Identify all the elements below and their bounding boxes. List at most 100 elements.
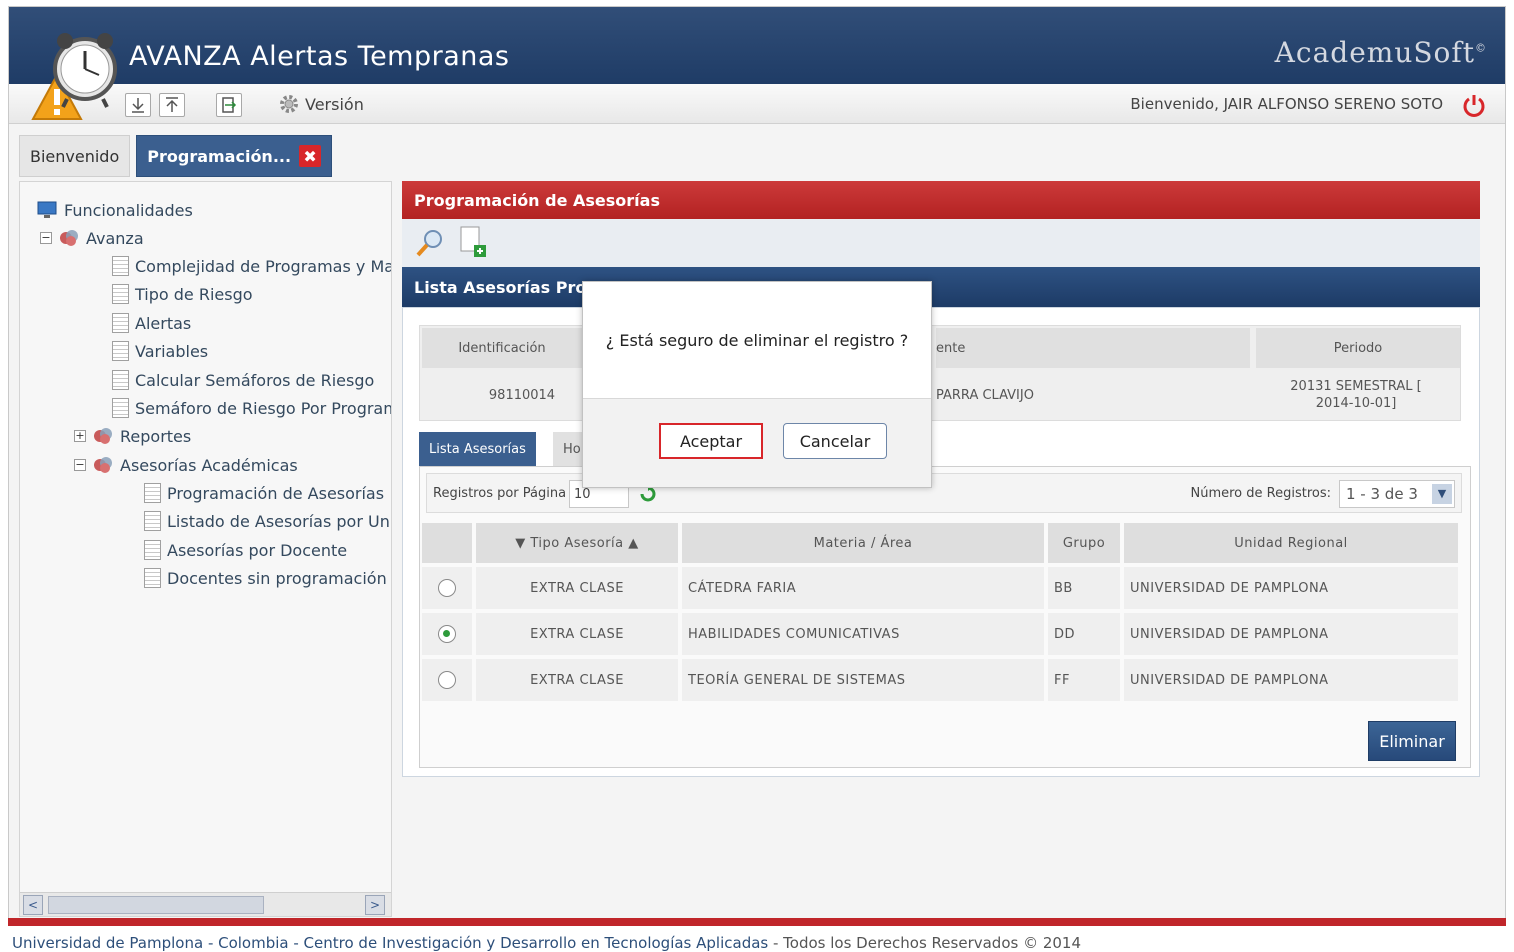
cell-tipo: EXTRA CLASE — [476, 567, 678, 609]
tree-item-sin-programacion[interactable]: Docentes sin programación A — [144, 566, 391, 590]
tree-item-por-docente[interactable]: Asesorías por Docente — [144, 538, 347, 562]
cell-tipo: EXTRA CLASE — [476, 659, 678, 701]
tree-item-calcular[interactable]: Calcular Semáforos de Riesgo — [112, 368, 374, 392]
cell-grupo: DD — [1048, 613, 1120, 655]
brand-name: AcademuSoft — [1274, 36, 1475, 69]
table-row[interactable]: EXTRA CLASE HABILIDADES COMUNICATIVAS DD… — [422, 613, 1462, 657]
section-title: Programación de Asesorías — [402, 181, 1480, 219]
tab-label: Programación... — [147, 146, 292, 166]
tree-item-label: Asesorías por Docente — [167, 540, 348, 560]
cell-materia: HABILIDADES COMUNICATIVAS — [682, 613, 1044, 655]
cell-tipo: EXTRA CLASE — [476, 613, 678, 655]
collapse-toggle-icon[interactable]: − — [40, 232, 52, 244]
document-icon — [112, 370, 129, 390]
record-count-select[interactable]: 1 - 3 de 3 ▼ — [1339, 480, 1455, 508]
document-icon — [112, 313, 129, 333]
cell-unidad: UNIVERSIDAD DE PAMPLONA — [1124, 613, 1458, 655]
download-icon[interactable] — [125, 93, 151, 117]
confirm-delete-dialog: ¿ Está seguro de eliminar el registro ? … — [582, 281, 932, 488]
power-logout-icon[interactable] — [1461, 92, 1487, 118]
gear-icon — [280, 95, 298, 113]
document-icon — [112, 256, 129, 276]
tree-item-complejidad[interactable]: Complejidad de Programas y Mate — [112, 254, 392, 278]
cell-unidad: UNIVERSIDAD DE PAMPLONA — [1124, 659, 1458, 701]
app-title: AVANZA Alertas Tempranas — [129, 41, 510, 72]
row-radio-button-selected[interactable] — [438, 625, 456, 643]
tree-item-programacion[interactable]: Programación de Asesorías — [144, 481, 384, 505]
cell-unidad: UNIVERSIDAD DE PAMPLONA — [1124, 567, 1458, 609]
expand-toggle-icon[interactable]: + — [74, 430, 86, 442]
document-icon — [144, 483, 161, 503]
brand-mark: © — [1475, 41, 1487, 55]
tree-item-label: Complejidad de Programas y Mate — [135, 256, 392, 276]
tree-item-tipo-riesgo[interactable]: Tipo de Riesgo — [112, 282, 253, 306]
row-radio-button[interactable] — [438, 579, 456, 597]
exit-door-icon[interactable] — [216, 93, 242, 117]
tree-item-listado[interactable]: Listado de Asesorías por Uni — [144, 509, 391, 533]
document-icon — [112, 284, 129, 304]
document-icon — [112, 398, 129, 418]
record-count-label: Número de Registros: — [1190, 486, 1332, 501]
tree-root[interactable]: Funcionalidades — [36, 198, 193, 222]
tree-item-asesorias[interactable]: − Asesorías Académicas — [74, 453, 298, 477]
footer-divider — [8, 918, 1506, 926]
select-column-header — [422, 523, 472, 563]
info-header-periodo: Periodo — [1256, 328, 1460, 368]
action-icon-bar — [402, 219, 1480, 267]
row-radio-button[interactable] — [438, 671, 456, 689]
scroll-thumb[interactable] — [48, 896, 264, 914]
col-materia-area[interactable]: Materia / Área — [682, 523, 1044, 563]
version-button[interactable]: Versión — [277, 92, 364, 116]
footer-institution: Universidad de Pamplona - Colombia - Cen… — [12, 934, 769, 952]
functionality-tree: Funcionalidades − Avanza Complejidad de … — [19, 181, 392, 917]
table-row[interactable]: EXTRA CLASE CÁTEDRA FARIA BB UNIVERSIDAD… — [422, 567, 1462, 611]
tree-item-avanza[interactable]: − Avanza — [40, 226, 144, 250]
subtab-lista-asesorias[interactable]: Lista Asesorías — [419, 432, 536, 466]
tree-item-label: Calcular Semáforos de Riesgo — [135, 370, 375, 390]
search-icon[interactable] — [414, 227, 446, 259]
col-tipo-asesoria[interactable]: ▼ Tipo Asesoría ▲ — [476, 523, 678, 563]
dialog-message: ¿ Está seguro de eliminar el registro ? — [583, 282, 931, 399]
col-grupo[interactable]: Grupo — [1048, 523, 1120, 563]
tab-programacion[interactable]: Programación... ✖ — [136, 135, 333, 177]
scroll-left-arrow-icon[interactable]: < — [23, 895, 43, 915]
brand-logo-text: AcademuSoft© — [1275, 36, 1487, 69]
row-select-cell — [422, 659, 472, 701]
col-unidad-regional[interactable]: Unidad Regional — [1124, 523, 1458, 563]
close-tab-icon[interactable]: ✖ — [299, 145, 322, 167]
table-row[interactable]: EXTRA CLASE TEORÍA GENERAL DE SISTEMAS F… — [422, 659, 1462, 703]
add-document-icon[interactable] — [458, 225, 490, 259]
tab-bienvenido[interactable]: Bienvenido — [19, 135, 131, 177]
monitor-icon — [37, 201, 57, 218]
teacher-info-table: Identificación ente Periodo 98110014 PAR… — [419, 325, 1461, 421]
row-select-cell — [422, 567, 472, 609]
alarm-clock-warning-logo — [31, 33, 117, 120]
tree-item-variables[interactable]: Variables — [112, 339, 208, 363]
welcome-user-text: Bienvenido, JAIR ALFONSO SERENO SOTO — [1130, 95, 1443, 113]
tree-horizontal-scrollbar[interactable]: < > — [20, 892, 391, 916]
info-header-docente: ente — [936, 328, 1250, 368]
main-content: Programación de Asesorías Lista Asesoría… — [402, 181, 1480, 781]
document-icon — [144, 568, 161, 588]
document-icon — [144, 540, 161, 560]
accept-button[interactable]: Aceptar — [659, 423, 763, 459]
rows-per-page-label: Registros por Página — [433, 486, 567, 501]
footer-rights: - Todos los Derechos Reservados © 2014 — [768, 934, 1082, 952]
delete-button[interactable]: Eliminar — [1368, 721, 1456, 761]
modules-cube-icon — [94, 428, 112, 444]
chevron-down-icon[interactable]: ▼ — [1432, 484, 1452, 504]
scroll-right-arrow-icon[interactable]: > — [365, 895, 385, 915]
cancel-button[interactable]: Cancelar — [783, 423, 887, 459]
upload-icon[interactable] — [159, 93, 185, 117]
tree-item-semaforo[interactable]: Semáforo de Riesgo Por Program — [112, 396, 391, 420]
tree-item-label: Programación de Asesorías — [167, 483, 385, 503]
tree-item-label: Avanza — [86, 228, 144, 248]
tree-item-label: Reportes — [120, 426, 192, 446]
collapse-toggle-icon[interactable]: − — [74, 459, 86, 471]
cell-materia: CÁTEDRA FARIA — [682, 567, 1044, 609]
tree-item-label: Variables — [135, 341, 209, 361]
tree-item-reportes[interactable]: + Reportes — [74, 424, 191, 448]
advisories-grid-box: Registros por Página 10 Número de Regist… — [419, 466, 1471, 768]
tree-item-alertas[interactable]: Alertas — [112, 311, 191, 335]
row-select-cell — [422, 613, 472, 655]
